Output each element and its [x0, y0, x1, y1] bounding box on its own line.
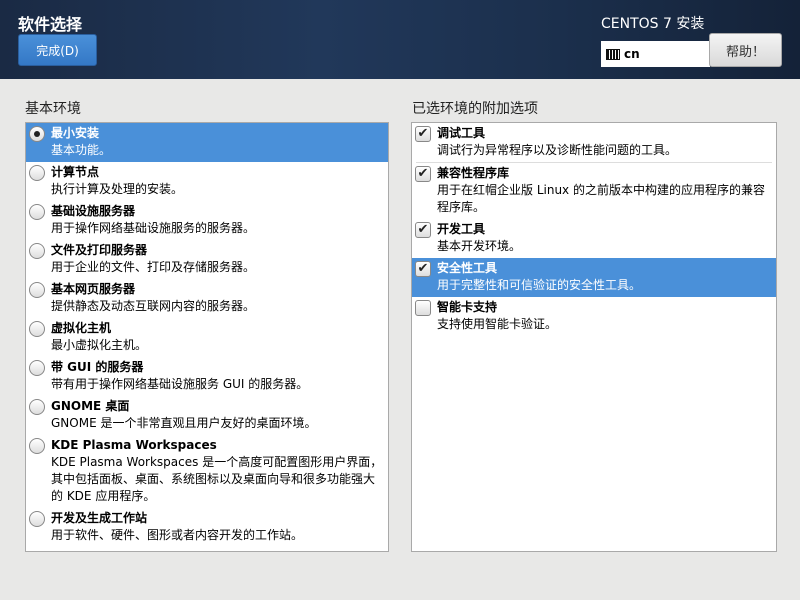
option-description: 提供静态及动态互联网内容的服务器。 [51, 299, 256, 313]
checkbox-icon[interactable] [415, 300, 431, 316]
option-name: 调试工具 [437, 126, 486, 140]
option-text: 最小安装 基本功能。 [51, 125, 111, 159]
radio-button[interactable] [29, 243, 45, 259]
option-description: 基本开发环境。 [437, 239, 522, 253]
environment-option[interactable]: 最小安装 基本功能。 [26, 123, 388, 162]
addon-option[interactable]: ✔ 安全性工具用于完整性和可信验证的安全性工具。 [412, 258, 776, 297]
option-name: 兼容性程序库 [437, 166, 510, 180]
option-text: 基本网页服务器提供静态及动态互联网内容的服务器。 [51, 281, 255, 315]
environment-option[interactable]: 基础设施服务器用于操作网络基础设施服务的服务器。 [26, 201, 388, 240]
option-name: 带 GUI 的服务器 [51, 360, 144, 374]
environment-option[interactable]: 计算节点执行计算及处理的安装。 [26, 162, 388, 201]
option-text: GNOME 桌面 GNOME 是一个非常直观且用户友好的桌面环境。 [51, 398, 316, 432]
option-name: 计算节点 [51, 165, 100, 179]
keyboard-layout-label: cn [624, 47, 640, 61]
radio-button[interactable] [29, 399, 45, 415]
radio-button[interactable] [29, 321, 45, 337]
option-description: 执行计算及处理的安装。 [51, 182, 184, 196]
option-description: 用于在红帽企业版 Linux 的之前版本中构建的应用程序的兼容程序库。 [437, 183, 765, 214]
radio-button[interactable] [29, 511, 45, 527]
addons-heading: 已选环境的附加选项 [412, 101, 538, 117]
environment-option[interactable]: KDE Plasma Workspaces KDE Plasma Workspac… [26, 435, 388, 508]
checkbox-checked-icon[interactable]: ✔ [415, 126, 431, 142]
option-description: 用于企业的文件、打印及存储服务器。 [51, 260, 256, 274]
checkbox-checked-icon[interactable]: ✔ [415, 261, 431, 277]
option-name: KDE Plasma Workspaces [51, 438, 217, 452]
option-text: 开发及生成工作站用于软件、硬件、图形或者内容开发的工作站。 [51, 510, 303, 544]
base-environment-heading: 基本环境 [25, 101, 81, 117]
help-button[interactable]: 帮助！ [709, 33, 782, 67]
option-name: 最小安装 [51, 126, 100, 140]
option-text: 带 GUI 的服务器带有用于操作网络基础设施服务 GUI 的服务器。 [51, 359, 308, 393]
base-environment-list: 最小安装基本功能。计算节点执行计算及处理的安装。 基础设施服务器用于操作网络基础设… [25, 122, 389, 552]
addon-option[interactable]: ✔ 调试工具调试行为异常程序以及诊断性能问题的工具。 [412, 123, 776, 162]
radio-button[interactable] [29, 126, 45, 142]
radio-button[interactable] [29, 360, 45, 376]
option-text: 基础设施服务器用于操作网络基础设施服务的服务器。 [51, 203, 255, 237]
environment-option[interactable]: 开发及生成工作站用于软件、硬件、图形或者内容开发的工作站。 [26, 508, 388, 547]
option-text: 智能卡支持支持使用智能卡验证。 [437, 299, 557, 333]
option-name: 基础设施服务器 [51, 204, 136, 218]
option-description: 最小虚拟化主机。 [51, 338, 148, 352]
option-text: 虚拟化主机最小虚拟化主机。 [51, 320, 147, 354]
radio-button[interactable] [29, 438, 45, 454]
radio-button[interactable] [29, 204, 45, 220]
checkbox-checked-icon[interactable]: ✔ [415, 166, 431, 182]
checkbox-checked-icon[interactable]: ✔ [415, 222, 431, 238]
addon-option[interactable]: 智能卡支持支持使用智能卡验证。 [412, 297, 776, 336]
option-text: 调试工具调试行为异常程序以及诊断性能问题的工具。 [437, 125, 677, 159]
option-description: 支持使用智能卡验证。 [437, 317, 558, 331]
option-name: 开发工具 [437, 222, 486, 236]
option-name: 基本网页服务器 [51, 282, 136, 296]
addon-option[interactable]: ✔ 开发工具基本开发环境。 [412, 219, 776, 258]
option-text: 文件及打印服务器用于企业的文件、打印及存储服务器。 [51, 242, 255, 276]
addon-option[interactable]: ✔ 兼容性程序库用于在红帽企业版 Linux 的之前版本中构建的应用程序的兼容程序… [412, 163, 776, 219]
environment-option[interactable]: 文件及打印服务器用于企业的文件、打印及存储服务器。 [26, 240, 388, 279]
keyboard-layout-indicator[interactable]: cn [601, 41, 710, 67]
option-description: 基本功能。 [51, 143, 112, 157]
option-text: 计算节点执行计算及处理的安装。 [51, 164, 183, 198]
environment-option[interactable]: GNOME 桌面 GNOME 是一个非常直观且用户友好的桌面环境。 [26, 396, 388, 435]
option-description: 带有用于操作网络基础设施服务 GUI 的服务器。 [51, 377, 309, 391]
environment-option[interactable]: 基本网页服务器提供静态及动态互联网内容的服务器。 [26, 279, 388, 318]
option-text: KDE Plasma Workspaces KDE Plasma Workspac… [51, 437, 384, 505]
option-description: 调试行为异常程序以及诊断性能问题的工具。 [437, 143, 678, 157]
option-name: 智能卡支持 [437, 300, 498, 314]
option-description: 用于操作网络基础设施服务的服务器。 [51, 221, 256, 235]
environment-option[interactable]: 虚拟化主机最小虚拟化主机。 [26, 318, 388, 357]
option-name: 文件及打印服务器 [51, 243, 148, 257]
option-text: 安全性工具用于完整性和可信验证的安全性工具。 [437, 260, 641, 294]
option-name: GNOME 桌面 [51, 399, 130, 413]
option-description: KDE Plasma Workspaces 是一个高度可配置图形用户界面，其中包… [51, 455, 383, 503]
done-button[interactable]: 完成(D) [18, 34, 97, 66]
addons-list: ✔ 调试工具调试行为异常程序以及诊断性能问题的工具。 ✔ 兼容性程序库用于在红帽企业版… [411, 122, 777, 552]
option-name: 开发及生成工作站 [51, 511, 148, 525]
option-description: 用于完整性和可信验证的安全性工具。 [437, 278, 642, 292]
option-text: 开发工具基本开发环境。 [437, 221, 521, 255]
option-name: 安全性工具 [437, 261, 498, 275]
product-title: CENTOS 7 安装 [601, 16, 705, 32]
keyboard-icon [606, 48, 620, 60]
header-bar: 软件选择 完成(D) CENTOS 7 安装 cn 帮助！ [0, 0, 800, 79]
option-name: 虚拟化主机 [51, 321, 112, 335]
radio-button[interactable] [29, 165, 45, 181]
option-description: 用于软件、硬件、图形或者内容开发的工作站。 [51, 528, 304, 542]
page-title: 软件选择 [18, 15, 83, 34]
option-description: GNOME 是一个非常直观且用户友好的桌面环境。 [51, 416, 317, 430]
environment-option[interactable]: 带 GUI 的服务器带有用于操作网络基础设施服务 GUI 的服务器。 [26, 357, 388, 396]
radio-button[interactable] [29, 282, 45, 298]
option-text: 兼容性程序库用于在红帽企业版 Linux 的之前版本中构建的应用程序的兼容程序库… [437, 165, 772, 216]
